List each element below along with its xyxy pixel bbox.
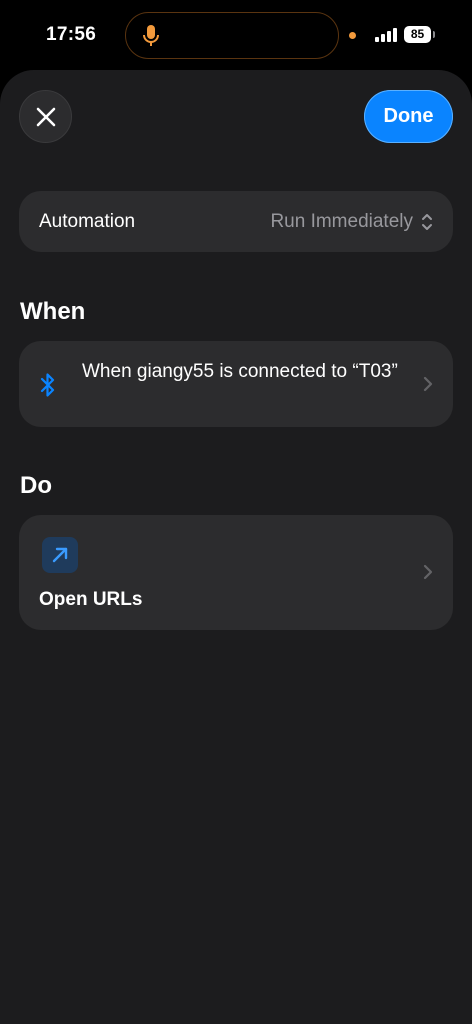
chevron-right-icon xyxy=(423,564,433,580)
dynamic-island xyxy=(125,12,339,59)
close-icon xyxy=(36,107,55,126)
battery-tip xyxy=(433,31,435,38)
privacy-indicator-dot xyxy=(349,32,356,39)
close-button[interactable] xyxy=(19,90,72,143)
when-trigger-row[interactable]: When giangy55 is connected to “T03” xyxy=(19,341,453,427)
chevron-up-down-icon xyxy=(422,214,432,230)
automation-sheet: Done Automation Run Immediately When Whe… xyxy=(0,70,472,1024)
when-section-title: When xyxy=(20,298,86,325)
done-button[interactable]: Done xyxy=(364,90,453,143)
cellular-signal-icon xyxy=(375,28,397,42)
open-urls-label: Open URLs xyxy=(39,589,143,610)
chevron-right-icon xyxy=(423,376,433,392)
battery-icon: 85 xyxy=(404,26,431,43)
when-trigger-text: When giangy55 is connected to “T03” xyxy=(82,361,398,382)
arrow-up-right-icon xyxy=(52,547,68,563)
automation-label: Automation xyxy=(39,211,136,232)
bluetooth-icon xyxy=(40,373,55,397)
do-action-row[interactable]: Open URLs xyxy=(19,515,453,630)
automation-mode-value: Run Immediately xyxy=(270,211,413,232)
open-urls-icon-box xyxy=(42,537,78,573)
microphone-icon xyxy=(143,25,159,46)
status-bar: 17:56 85 xyxy=(0,0,472,70)
automation-mode-row[interactable]: Automation Run Immediately xyxy=(19,191,453,252)
status-time: 17:56 xyxy=(46,24,97,45)
do-section-title: Do xyxy=(20,472,52,499)
